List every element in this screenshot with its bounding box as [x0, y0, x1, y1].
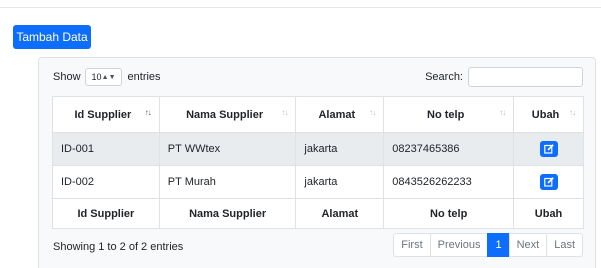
- sort-icon: ↑↓: [369, 108, 376, 117]
- datatable-card: Show 10 ▲▼ entries Search: Id Supplier ↑…: [38, 57, 596, 268]
- cell-edit: [513, 132, 584, 166]
- add-data-button[interactable]: Tambah Data: [13, 25, 91, 49]
- length-suffix: entries: [127, 71, 161, 83]
- column-header-label: No telp: [427, 108, 465, 121]
- cell-edit: [513, 165, 584, 199]
- edit-icon: [543, 177, 554, 187]
- column-header-label: Id Supplier: [74, 108, 132, 121]
- sort-icon: ↑↓: [499, 108, 506, 117]
- search-label: Search:: [425, 71, 463, 83]
- column-header-edit[interactable]: Ubah ↑↓: [513, 96, 584, 133]
- table-info: Showing 1 to 2 of 2 entries: [53, 241, 184, 253]
- pagination: First Previous 1 Next Last: [393, 233, 583, 257]
- table-header-row: Id Supplier ↑↓ Nama Supplier ↑↓ Alamat ↑…: [52, 96, 584, 133]
- entries-select[interactable]: 10 ▲▼: [84, 68, 122, 86]
- column-header-phone[interactable]: No telp ↑↓: [383, 96, 515, 133]
- column-header-id[interactable]: Id Supplier ↑↓: [52, 96, 160, 133]
- edit-icon: [543, 144, 554, 154]
- column-header-label: Alamat: [318, 108, 356, 121]
- footer-cell-id: Id Supplier: [52, 198, 160, 229]
- cell-name: PT Murah: [158, 165, 297, 199]
- cell-name: PT WWtex: [158, 132, 297, 166]
- pagination-previous[interactable]: Previous: [429, 233, 489, 257]
- column-header-address[interactable]: Alamat ↑↓: [295, 96, 385, 133]
- column-header-label: Nama Supplier: [186, 108, 264, 121]
- sort-icon: ↑↓: [281, 108, 288, 117]
- cell-id: ID-002: [52, 165, 160, 199]
- sort-icon: ↑↓: [569, 108, 576, 117]
- edit-button[interactable]: [539, 174, 558, 190]
- cell-phone: 08237465386: [383, 132, 515, 166]
- sort-icon: ↑↓: [144, 108, 152, 117]
- pagination-page-current[interactable]: 1: [487, 233, 510, 257]
- cell-phone: 0843526262233: [383, 165, 515, 199]
- footer-cell-edit: Ubah: [513, 198, 584, 229]
- cell-address: jakarta: [295, 165, 385, 199]
- pagination-next[interactable]: Next: [508, 233, 548, 257]
- table-row: ID-001 PT WWtex jakarta 08237465386: [52, 132, 584, 166]
- footer-cell-phone: No telp: [383, 198, 515, 229]
- length-control: Show 10 ▲▼ entries: [53, 68, 161, 86]
- column-header-name[interactable]: Nama Supplier ↑↓: [158, 96, 297, 133]
- column-header-label: Ubah: [531, 108, 560, 121]
- footer-cell-name: Nama Supplier: [158, 198, 297, 229]
- pagination-first[interactable]: First: [393, 233, 431, 257]
- table-row: ID-002 PT Murah jakarta 0843526262233: [52, 165, 584, 199]
- supplier-table: Id Supplier ↑↓ Nama Supplier ↑↓ Alamat ↑…: [52, 96, 584, 229]
- edit-button[interactable]: [539, 141, 558, 157]
- search-control: Search:: [425, 67, 583, 87]
- cell-id: ID-001: [52, 132, 160, 166]
- footer-cell-address: Alamat: [295, 198, 385, 229]
- length-prefix: Show: [53, 71, 81, 83]
- pagination-last[interactable]: Last: [546, 233, 583, 257]
- top-divider: [0, 7, 601, 8]
- chevron-updown-icon: ▲▼: [101, 73, 116, 81]
- cell-address: jakarta: [295, 132, 385, 166]
- search-input[interactable]: [468, 67, 583, 87]
- table-footer-row: Id Supplier Nama Supplier Alamat No telp…: [52, 198, 584, 229]
- entries-select-value: 10: [91, 72, 102, 82]
